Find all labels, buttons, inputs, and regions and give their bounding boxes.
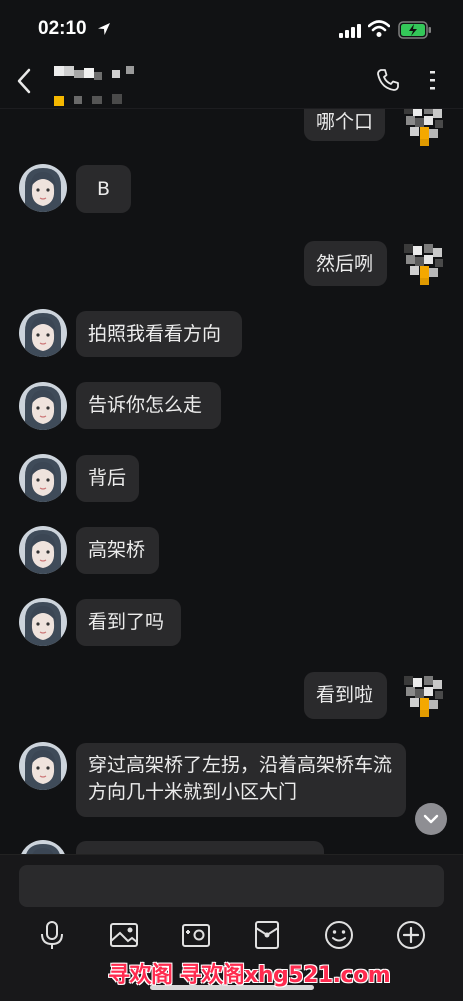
chat-message-list[interactable]: 哪个口 B 然后咧 拍照我看看方向 告诉你怎么走 背后 高架桥 看到了吗 看到啦… (0, 108, 463, 854)
message-bubble[interactable]: 然后咧 (304, 241, 387, 286)
message-bubble[interactable]: 看到啦 (304, 672, 387, 719)
battery-charging-icon (398, 21, 431, 39)
message-input[interactable] (19, 865, 444, 907)
camera-icon[interactable] (180, 919, 212, 951)
back-icon[interactable] (16, 68, 32, 94)
red-envelope-icon[interactable] (251, 919, 283, 951)
cellular-signal-icon (339, 24, 361, 38)
contact-avatar[interactable] (19, 598, 67, 646)
message-bubble[interactable]: 告诉你怎么走 (76, 382, 221, 429)
plus-icon[interactable] (395, 919, 427, 951)
message-bubble[interactable]: 拍照我看看方向 (76, 311, 242, 357)
contact-avatar[interactable] (19, 382, 67, 430)
emoji-icon[interactable] (323, 919, 355, 951)
status-bar: 02:10 (0, 0, 463, 52)
my-avatar[interactable] (402, 674, 446, 718)
contact-avatar[interactable] (19, 164, 67, 212)
message-bubble[interactable]: 高架桥 (76, 527, 159, 574)
my-avatar[interactable] (402, 242, 446, 286)
message-bubble[interactable]: 背后 (76, 455, 139, 502)
phone-icon[interactable] (376, 68, 400, 92)
contact-avatar[interactable] (19, 309, 67, 357)
contact-name-pixelated (52, 60, 142, 106)
contact-avatar[interactable] (19, 526, 67, 574)
message-bubble[interactable]: B (76, 165, 131, 213)
wifi-icon (368, 20, 390, 37)
contact-avatar[interactable] (19, 454, 67, 502)
contact-avatar[interactable] (19, 840, 67, 854)
message-bubble[interactable] (76, 841, 324, 854)
image-icon[interactable] (108, 919, 140, 951)
message-bubble[interactable]: 哪个口 (304, 108, 386, 141)
my-avatar[interactable] (402, 108, 446, 147)
chat-header (0, 52, 463, 109)
status-time: 02:10 (38, 18, 87, 39)
more-icon[interactable] (428, 70, 436, 92)
watermark-text: 寻欢阁 寻欢阁xhg521.com (108, 963, 391, 988)
message-bubble[interactable]: 看到了吗 (76, 599, 181, 646)
location-arrow-icon (98, 23, 110, 35)
chevron-down-icon (423, 814, 439, 824)
message-bubble[interactable]: 穿过高架桥了左拐，沿着高架桥车流方向几十米就到小区大门 (76, 743, 406, 817)
microphone-icon[interactable] (36, 919, 68, 951)
scroll-to-bottom-button[interactable] (415, 803, 447, 835)
contact-avatar[interactable] (19, 742, 67, 790)
